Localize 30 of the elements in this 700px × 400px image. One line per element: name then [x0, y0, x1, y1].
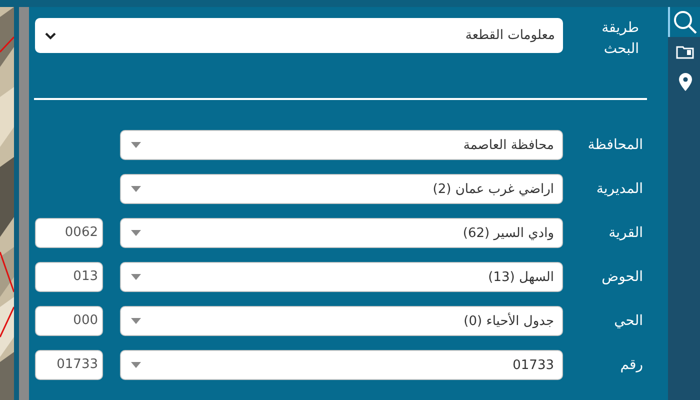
- dropdown[interactable]: 01733: [120, 350, 563, 380]
- dropdown[interactable]: محافظة العاصمة: [120, 130, 563, 160]
- dropdown[interactable]: اراضي غرب عمان (2): [120, 174, 563, 204]
- dropdown-arrow-icon: [131, 362, 141, 368]
- field-label: رقم: [619, 356, 644, 374]
- search-method-label: طريقة البحث: [600, 19, 640, 59]
- dropdown-arrow-icon: [131, 186, 141, 192]
- code-field[interactable]: 0062: [35, 218, 103, 248]
- field-label: المحافظة: [586, 136, 644, 154]
- location-pin-icon: [678, 73, 692, 91]
- code-field[interactable]: 01733: [35, 350, 103, 380]
- dropdown-arrow-icon: [131, 142, 141, 148]
- code-field[interactable]: 013: [35, 262, 103, 292]
- field-label: المديرية: [595, 180, 644, 198]
- field-label: الحوض: [600, 268, 644, 286]
- field-label: القرية: [608, 224, 644, 242]
- scroll-bar[interactable]: [19, 7, 29, 400]
- dropdown[interactable]: جدول الأحياء (0): [120, 306, 563, 336]
- folder-icon: [676, 45, 694, 59]
- dropdown-arrow-icon: [131, 274, 141, 280]
- field-label: الحي: [613, 312, 644, 330]
- dropdown[interactable]: السهل (13): [120, 262, 563, 292]
- code-field[interactable]: 000: [35, 306, 103, 336]
- dropdown-arrow-icon: [131, 318, 141, 324]
- chevron-down-icon: [45, 32, 56, 40]
- search-method-dropdown[interactable]: معلومات القطعة: [35, 18, 563, 53]
- dropdown[interactable]: وادي السير (62): [120, 218, 563, 248]
- search-icon: [673, 10, 697, 34]
- dropdown-arrow-icon: [131, 230, 141, 236]
- sidebar-tab[interactable]: [668, 7, 700, 37]
